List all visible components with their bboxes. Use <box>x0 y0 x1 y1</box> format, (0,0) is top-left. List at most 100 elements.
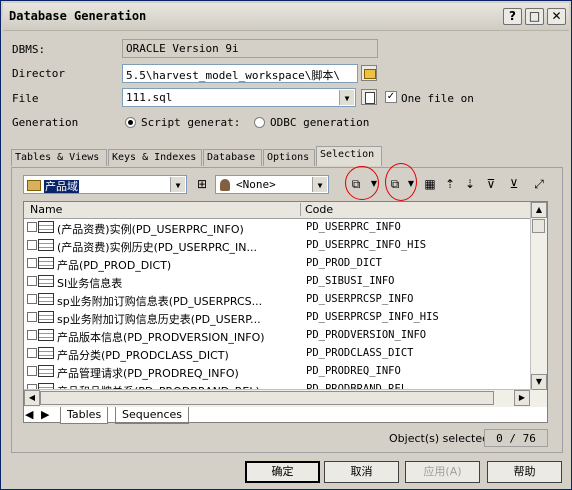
row-name: (产品资费)实例(PD_USERPRC_INFO) <box>57 223 244 236</box>
row-code: PD_PRODVERSION_INFO <box>306 329 427 341</box>
file-combo[interactable]: 111.sql ▼ <box>122 88 356 107</box>
table-icon <box>38 239 54 251</box>
chevron-down-icon[interactable]: ▼ <box>170 177 185 192</box>
row-code: PD_USERPRC_INFO_HIS <box>306 239 427 251</box>
dbms-field: ORACLE Version 9i <box>122 39 378 58</box>
table-row[interactable]: SI业务信息表 PD_SIBUSI_INFO <box>24 273 532 291</box>
scroll-left-arrow[interactable]: ◀ <box>24 390 40 406</box>
row-checkbox[interactable] <box>27 222 37 232</box>
table-row[interactable]: sp业务附加订购信息表(PD_USERPRCS... PD_USERPRCSP_I… <box>24 291 532 309</box>
clear-filter-icon[interactable]: ⊻ <box>506 176 522 192</box>
table-row[interactable]: 产品版本信息(PD_PRODVERSION_INFO) PD_PRODVERSIO… <box>24 327 532 345</box>
tab-keys-indexes[interactable]: Keys & Indexes <box>108 149 202 166</box>
folder-icon <box>27 180 41 191</box>
tab-scroll-right[interactable]: ▶ <box>39 407 55 424</box>
file-edit-button[interactable] <box>361 89 377 105</box>
director-field[interactable]: 5.5\harvest_model_workspace\脚本\ <box>122 64 358 83</box>
dbms-label: DBMS: <box>12 43 46 56</box>
ok-button[interactable]: 确定 <box>245 461 320 483</box>
help-button[interactable]: 帮助 <box>487 461 562 483</box>
table-row[interactable]: 产品管理请求(PD_PRODREQ_INFO) PD_PRODREQ_INFO <box>24 363 532 381</box>
row-code: PD_PRODREQ_INFO <box>306 365 401 377</box>
package-combo[interactable]: 产品域 ▼ <box>23 175 187 194</box>
table-icon <box>38 347 54 359</box>
maximize-button[interactable]: □ <box>525 8 544 25</box>
database-generation-dialog: Database Generation ? □ ✕ DBMS: ORACLE V… <box>0 0 572 490</box>
row-checkbox[interactable] <box>27 240 37 250</box>
one-file-checkbox[interactable]: ✓ <box>385 91 397 103</box>
select-all-icon[interactable]: ▦ <box>422 176 438 192</box>
tab-selection[interactable]: Selection <box>316 146 382 166</box>
scroll-up-arrow[interactable]: ▲ <box>531 202 547 218</box>
file-value: 111.sql <box>126 91 173 104</box>
cancel-button[interactable]: 取消 <box>324 461 399 483</box>
table-row[interactable]: sp业务附加订购信息历史表(PD_USERP... PD_USERPRCSP_IN… <box>24 309 532 327</box>
filter-icon[interactable]: ⊽ <box>483 176 499 192</box>
move-down-icon[interactable]: ⇣ <box>462 176 478 192</box>
tab-sequences[interactable]: Sequences <box>115 407 189 424</box>
list-header: Name Code <box>24 202 532 219</box>
table-row[interactable]: (产品资费)实例(PD_USERPRC_INFO) PD_USERPRC_INFO <box>24 219 532 237</box>
tab-scroll-left[interactable]: ◀ <box>23 407 39 424</box>
window-title: Database Generation <box>9 9 147 23</box>
row-checkbox[interactable] <box>27 312 37 322</box>
chevron-down-icon[interactable]: ▼ <box>312 177 327 192</box>
selected-count-value: 0 / 76 <box>484 429 548 447</box>
close-button[interactable]: ✕ <box>547 8 566 25</box>
row-checkbox[interactable] <box>27 276 37 286</box>
chevron-down-icon[interactable]: ▼ <box>339 90 354 105</box>
table-row[interactable]: 产品(PD_PROD_DICT) PD_PROD_DICT <box>24 255 532 273</box>
tab-database[interactable]: Database <box>203 149 262 166</box>
row-checkbox[interactable] <box>27 330 37 340</box>
table-row[interactable]: (产品资费)实例历史(PD_USERPRC_IN... PD_USERPRC_IN… <box>24 237 532 255</box>
row-code: PD_PROD_DICT <box>306 257 382 269</box>
annotation-circle <box>345 166 379 200</box>
column-header-code[interactable]: Code <box>300 203 333 216</box>
row-checkbox[interactable] <box>27 348 37 358</box>
folder-browse-button[interactable] <box>361 65 377 81</box>
row-checkbox[interactable] <box>27 366 37 376</box>
table-icon <box>38 329 54 341</box>
generation-label: Generation <box>12 116 79 129</box>
one-file-label: One file on <box>401 92 474 105</box>
owner-combo[interactable]: <None> ▼ <box>215 175 329 194</box>
row-checkbox[interactable] <box>27 294 37 304</box>
row-checkbox[interactable] <box>27 258 37 268</box>
table-icon <box>38 293 54 305</box>
tab-tables-views[interactable]: Tables & Views <box>11 149 107 166</box>
script-generation-radio[interactable] <box>125 117 136 128</box>
row-code: PD_USERPRC_INFO <box>306 221 401 233</box>
scroll-down-arrow[interactable]: ▼ <box>531 374 547 390</box>
scroll-right-arrow[interactable]: ▶ <box>514 390 530 406</box>
row-name: (产品资费)实例历史(PD_USERPRC_IN... <box>57 241 257 254</box>
vertical-scroll-thumb[interactable] <box>532 219 545 233</box>
help-title-button[interactable]: ? <box>503 8 522 25</box>
folder-icon <box>364 69 376 79</box>
row-name: sp业务附加订购信息表(PD_USERPRCS... <box>57 295 263 308</box>
horizontal-scrollbar[interactable]: ◀ ▶ <box>24 389 532 407</box>
tab-tables[interactable]: Tables <box>60 407 109 424</box>
table-icon <box>38 311 54 323</box>
title-bar: Database Generation ? □ ✕ <box>3 3 569 31</box>
row-name: 产品版本信息(PD_PRODVERSION_INFO) <box>57 331 265 344</box>
odbc-generation-label: ODBC generation <box>270 116 370 129</box>
row-code: PD_USERPRCSP_INFO_HIS <box>306 311 439 323</box>
move-up-icon[interactable]: ⇡ <box>442 176 458 192</box>
include-subpackages-icon[interactable]: ⊞ <box>194 176 210 192</box>
vertical-scrollbar[interactable]: ▲ ▼ <box>530 202 547 407</box>
selection-list: Name Code (产品资费)实例(PD_USERPRC_INFO) PD_US… <box>23 201 548 423</box>
horizontal-scroll-thumb[interactable] <box>40 391 494 405</box>
package-value: 产品域 <box>44 180 79 193</box>
tab-options[interactable]: Options <box>263 149 315 166</box>
table-icon <box>38 257 54 269</box>
row-name: 产品分类(PD_PRODCLASS_DICT) <box>57 349 229 362</box>
apply-button[interactable]: 应用(A) <box>405 461 480 483</box>
odbc-generation-radio[interactable] <box>254 117 265 128</box>
column-header-name[interactable]: Name <box>30 203 62 216</box>
table-icon <box>38 365 54 377</box>
export-icon[interactable]: ⤢ <box>531 176 547 192</box>
table-row[interactable]: 产品分类(PD_PRODCLASS_DICT) PD_PRODCLASS_DICT <box>24 345 532 363</box>
director-label: Director <box>12 67 65 80</box>
user-icon <box>220 179 230 191</box>
annotation-circle <box>385 163 417 201</box>
